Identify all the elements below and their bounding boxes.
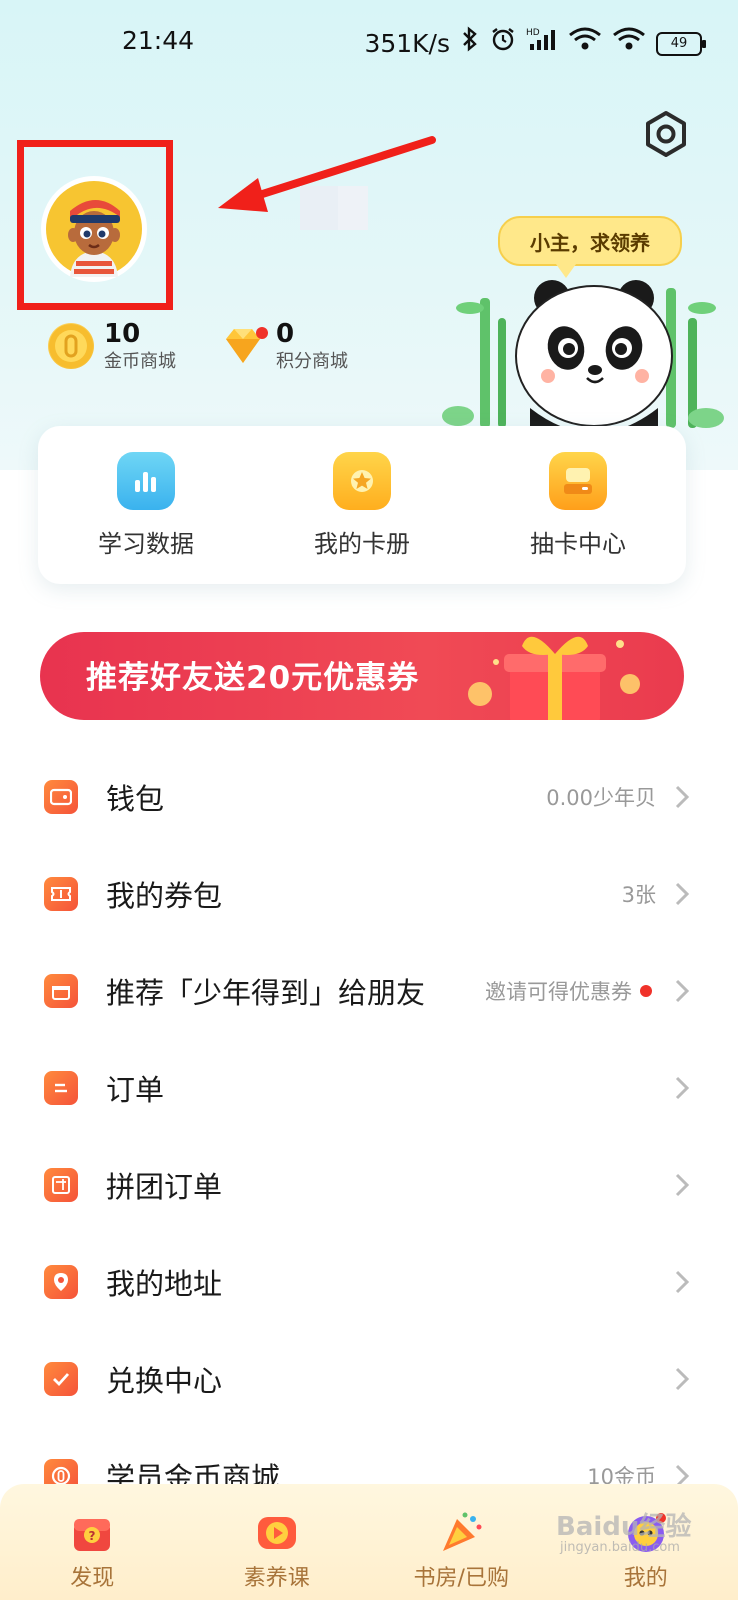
- menu-item-redeem[interactable]: 兑换中心: [0, 1330, 738, 1427]
- diamond-icon: [220, 323, 268, 369]
- wallet-icon: [44, 779, 78, 814]
- ticket-icon: [44, 876, 78, 911]
- quick-action-card-draw[interactable]: 抽卡中心: [478, 451, 678, 559]
- menu-label: 拼团订单: [106, 1169, 223, 1204]
- chevron-right-icon: [675, 1173, 690, 1196]
- nav-label: 素养课: [243, 1566, 310, 1591]
- mascot-speech-bubble[interactable]: 小主，求领养: [498, 216, 682, 278]
- bluetooth-icon: [460, 26, 480, 61]
- gift-box-icon: [468, 636, 640, 720]
- blurred-username: [300, 186, 338, 230]
- profile-robot-icon: [623, 1510, 669, 1556]
- promo-text: 推荐好友送20元优惠券: [86, 660, 420, 696]
- quick-action-label: 学习数据: [98, 529, 194, 558]
- menu-item-wallet[interactable]: 钱包 0.00少年贝: [0, 748, 738, 845]
- alarm-icon: [490, 26, 516, 61]
- quick-action-label: 我的卡册: [314, 529, 410, 558]
- nav-library[interactable]: 书房/已购: [381, 1510, 541, 1592]
- menu-value: 0.00少年贝: [546, 785, 656, 810]
- menu-item-orders[interactable]: 订单: [0, 1039, 738, 1136]
- notification-dot: [640, 984, 652, 997]
- chevron-right-icon: [675, 882, 690, 905]
- menu-label: 我的券包: [106, 878, 223, 913]
- menu-label: 订单: [106, 1072, 165, 1107]
- quick-action-label: 抽卡中心: [530, 529, 626, 558]
- nav-label: 我的: [623, 1566, 668, 1591]
- settings-button[interactable]: [640, 108, 692, 160]
- referral-promo-banner[interactable]: 推荐好友送20元优惠券: [40, 632, 684, 720]
- coin-icon: [48, 323, 94, 369]
- menu-label: 兑换中心: [106, 1363, 223, 1398]
- star-card-icon: [333, 451, 391, 510]
- location-pin-icon: [44, 1264, 78, 1299]
- checkbox-icon: [44, 1361, 78, 1396]
- avatar[interactable]: [41, 176, 147, 282]
- order-icon: [44, 1070, 78, 1105]
- nav-label: 书房/已购: [413, 1566, 509, 1591]
- menu-label: 推荐「少年得到」给朋友: [106, 975, 426, 1010]
- play-tv-icon: [254, 1510, 300, 1556]
- chevron-right-icon: [675, 1270, 690, 1293]
- menu-item-recommend[interactable]: 推荐「少年得到」给朋友 邀请可得优惠券: [0, 942, 738, 1039]
- status-icons: 351K/s HD 49: [364, 26, 706, 61]
- panda-mascot-icon[interactable]: [440, 268, 730, 438]
- bottom-nav: ? 发现 素养课 书房/已购 我的: [0, 1484, 738, 1600]
- menu-item-address[interactable]: 我的地址: [0, 1233, 738, 1330]
- battery-icon: 49: [656, 31, 706, 56]
- quick-action-study-data[interactable]: 学习数据: [46, 451, 246, 559]
- gift-icon: [44, 973, 78, 1008]
- menu-label: 我的地址: [106, 1266, 223, 1301]
- status-time: 21:44: [122, 26, 195, 55]
- menu-value: 3张: [621, 882, 656, 907]
- status-bar: 21:44 351K/s HD 49: [0, 0, 738, 84]
- svg-text:?: ?: [89, 1529, 96, 1543]
- wifi-icon: [568, 26, 602, 61]
- quick-actions-card: 学习数据 我的卡册 抽卡中心: [38, 426, 686, 584]
- card-machine-icon: [549, 451, 607, 510]
- menu-item-group-orders[interactable]: 拼团订单: [0, 1136, 738, 1233]
- menu-item-coupons[interactable]: 我的券包 3张: [0, 845, 738, 942]
- menu-value: 邀请可得优惠券: [485, 979, 632, 1004]
- chevron-right-icon: [675, 1367, 690, 1390]
- group-icon: [44, 1167, 78, 1202]
- quick-action-my-cards[interactable]: 我的卡册: [262, 451, 462, 559]
- gear-icon: [646, 111, 686, 157]
- signal-icon: HD: [526, 26, 558, 61]
- treasure-box-icon: ?: [69, 1510, 115, 1556]
- points-label: 积分商城: [276, 351, 348, 372]
- chevron-right-icon: [675, 979, 690, 1002]
- bar-chart-icon: [117, 451, 175, 510]
- menu-list: 钱包 0.00少年贝 我的券包 3张 推荐「少年得到」给朋友 邀请可得优惠券 订…: [0, 748, 738, 1524]
- chevron-right-icon: [675, 785, 690, 808]
- blurred-username-2: [338, 186, 368, 230]
- points-value: 0: [276, 319, 295, 349]
- nav-discover[interactable]: ? 发现: [12, 1510, 172, 1592]
- svg-text:HD: HD: [526, 28, 540, 38]
- network-speed: 351K/s: [364, 29, 450, 58]
- party-popper-icon: [438, 1510, 484, 1556]
- points-mall-entry[interactable]: 0 积分商城: [220, 318, 348, 374]
- coins-mall-entry[interactable]: 10 金币商城: [48, 318, 176, 374]
- coins-value: 10: [104, 319, 141, 349]
- chevron-right-icon: [675, 1076, 690, 1099]
- avatar-image: [46, 181, 142, 277]
- points-red-dot: [256, 327, 268, 339]
- nav-mine[interactable]: 我的: [566, 1510, 726, 1592]
- nav-courses[interactable]: 素养课: [197, 1510, 357, 1592]
- wifi-icon-2: [612, 26, 646, 61]
- nav-label: 发现: [70, 1566, 115, 1591]
- menu-label: 钱包: [106, 781, 165, 816]
- coins-label: 金币商城: [104, 351, 176, 372]
